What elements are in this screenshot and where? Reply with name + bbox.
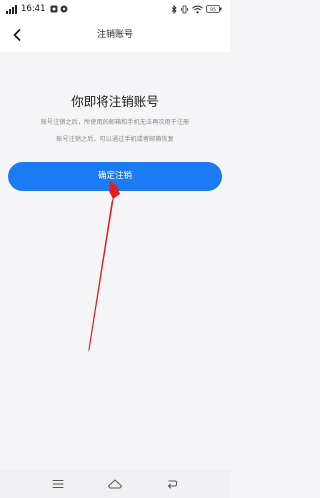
header-bar: 注销账号: [0, 18, 230, 52]
app-notification-icon: [50, 5, 57, 13]
status-time: 16:41: [21, 4, 46, 14]
navigation-bar: [0, 470, 230, 498]
status-right: 95: [168, 3, 222, 15]
nav-home-button[interactable]: [107, 476, 123, 492]
description-line-1: 账号注销之后，所使用的邮箱和手机无法再次用于注册: [40, 119, 190, 126]
nav-back-button[interactable]: [164, 476, 180, 492]
back-button[interactable]: [6, 24, 28, 46]
app-notification-icon-2: [60, 5, 67, 13]
vibrate-icon: [181, 5, 188, 13]
back-arrow-icon: [13, 29, 21, 41]
page-title: 注销账号: [96, 30, 133, 40]
wifi-icon: [192, 5, 203, 13]
status-left: 16:41: [6, 3, 70, 15]
battery-icon: 95: [206, 5, 222, 13]
bluetooth-icon: [171, 4, 177, 14]
battery-level: 95: [210, 7, 216, 13]
main-heading: 你即将注销账号: [71, 94, 159, 109]
nav-menu-button[interactable]: [50, 476, 66, 492]
status-bar: 16:41 95: [0, 0, 230, 18]
menu-icon: [52, 480, 64, 488]
main-content: 你即将注销账号 账号注销之后，所使用的邮箱和手机无法再次用于注册 账号注销之后，…: [0, 52, 230, 470]
back-icon: [168, 480, 177, 489]
description-line-2: 账号注销之后，可以通过手机或者邮箱恢复: [56, 136, 174, 143]
confirm-deregister-button[interactable]: 确定注销: [8, 162, 222, 191]
home-icon: [108, 479, 122, 489]
signal-icon: [6, 4, 17, 14]
